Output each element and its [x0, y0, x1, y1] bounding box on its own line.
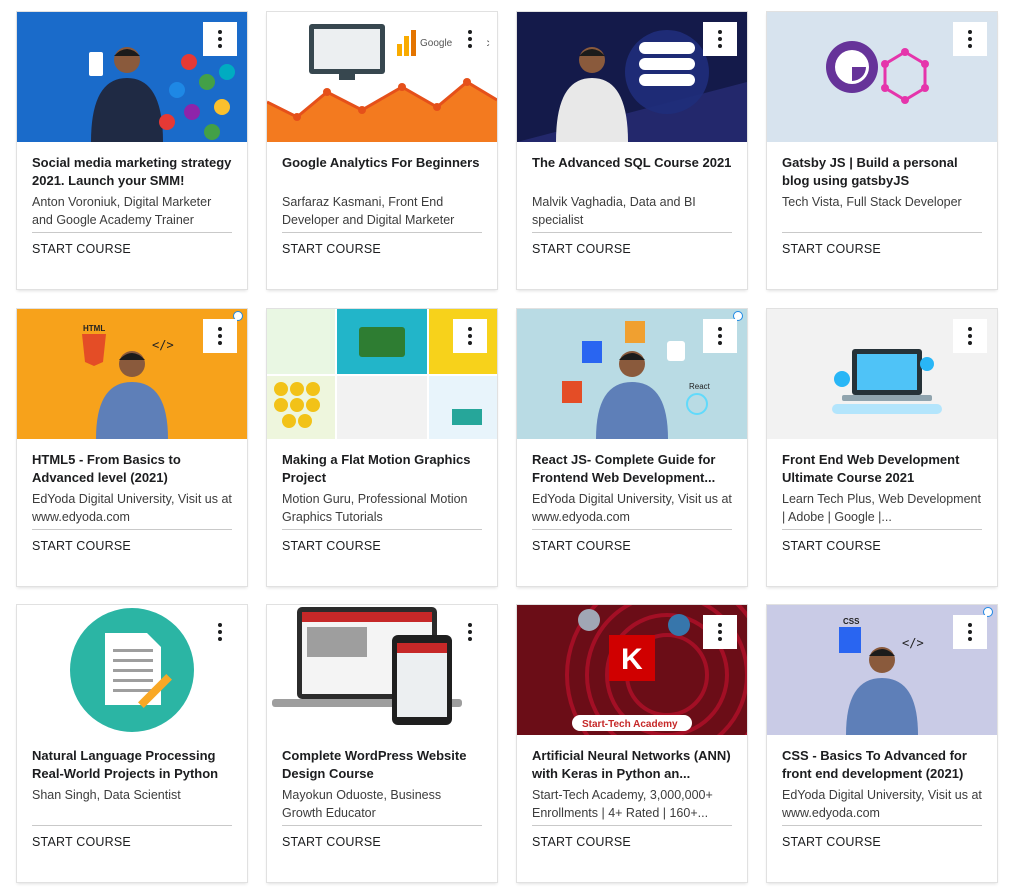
start-course-button[interactable]: START COURSE: [32, 530, 131, 564]
course-card[interactable]: CSS </> CSS - Basics To Advanced for fro…: [767, 605, 997, 882]
course-thumbnail[interactable]: Google Analytic: [267, 12, 497, 142]
course-title[interactable]: Artificial Neural Networks (ANN) with Ke…: [532, 747, 732, 783]
more-vertical-icon: [968, 623, 972, 641]
more-vertical-icon: [968, 30, 972, 48]
course-author: Motion Guru, Professional Motion Graphic…: [282, 492, 468, 524]
course-title[interactable]: Natural Language Processing Real-World P…: [32, 747, 232, 783]
course-grid: Social media marketing strategy 2021. La…: [0, 0, 1020, 892]
course-thumbnail[interactable]: K Start-Tech Academy: [517, 605, 747, 735]
more-vertical-icon: [718, 327, 722, 345]
course-options-button[interactable]: [703, 22, 737, 56]
course-title[interactable]: CSS - Basics To Advanced for front end d…: [782, 747, 982, 783]
course-options-button[interactable]: [453, 615, 487, 649]
course-options-button[interactable]: [703, 615, 737, 649]
more-vertical-icon: [468, 327, 472, 345]
course-title[interactable]: Complete WordPress Website Design Course: [282, 747, 482, 783]
course-options-button[interactable]: [453, 22, 487, 56]
start-course-button[interactable]: START COURSE: [282, 233, 381, 267]
course-title[interactable]: Front End Web Development Ultimate Cours…: [782, 451, 982, 487]
course-thumbnail[interactable]: CSS </>: [767, 605, 997, 735]
course-thumbnail[interactable]: [17, 605, 247, 735]
svg-text:CSS: CSS: [843, 617, 860, 626]
svg-text:HTML: HTML: [83, 324, 105, 333]
course-author: Malvik Vaghadia, Data and BI specialist: [532, 195, 696, 227]
course-card[interactable]: Gatsby JS | Build a personal blog using …: [767, 12, 997, 289]
course-thumbnail[interactable]: HTML </>: [17, 309, 247, 439]
course-author: Mayokun Oduoste, Business Growth Educato…: [282, 788, 442, 820]
more-vertical-icon: [218, 623, 222, 641]
course-card[interactable]: Complete WordPress Website Design Course…: [267, 605, 497, 882]
course-options-button[interactable]: [203, 22, 237, 56]
course-card[interactable]: K Start-Tech Academy Artificial Neural N…: [517, 605, 747, 882]
course-card[interactable]: React React JS- Complete Guide for Front…: [517, 309, 747, 586]
course-card[interactable]: HTML </> HTML5 - From Basics to Advanced…: [17, 309, 247, 586]
more-vertical-icon: [468, 623, 472, 641]
more-vertical-icon: [968, 327, 972, 345]
course-thumbnail[interactable]: [767, 12, 997, 142]
course-card[interactable]: Front End Web Development Ultimate Cours…: [767, 309, 997, 586]
start-course-button[interactable]: START COURSE: [532, 530, 631, 564]
course-author: Shan Singh, Data Scientist: [32, 788, 181, 802]
course-options-button[interactable]: [703, 319, 737, 353]
svg-text:K: K: [621, 643, 643, 676]
course-title[interactable]: HTML5 - From Basics to Advanced level (2…: [32, 451, 232, 487]
course-title[interactable]: Making a Flat Motion Graphics Project: [282, 451, 482, 487]
svg-text:Start-Tech Academy: Start-Tech Academy: [582, 719, 678, 730]
start-course-button[interactable]: START COURSE: [782, 233, 881, 267]
course-options-button[interactable]: [203, 615, 237, 649]
course-thumbnail[interactable]: [267, 605, 497, 735]
more-vertical-icon: [718, 30, 722, 48]
course-card[interactable]: Natural Language Processing Real-World P…: [17, 605, 247, 882]
more-vertical-icon: [468, 30, 472, 48]
course-card[interactable]: Social media marketing strategy 2021. La…: [17, 12, 247, 289]
more-vertical-icon: [718, 623, 722, 641]
course-author: Anton Voroniuk, Digital Marketer and Goo…: [32, 195, 212, 227]
course-author: Learn Tech Plus, Web Development | Adobe…: [782, 492, 981, 524]
course-options-button[interactable]: [453, 319, 487, 353]
course-card[interactable]: Google Analytic Google Analytics For Beg…: [267, 12, 497, 289]
course-title[interactable]: Social media marketing strategy 2021. La…: [32, 154, 232, 190]
course-author: Tech Vista, Full Stack Developer: [782, 195, 962, 209]
course-thumbnail[interactable]: [267, 309, 497, 439]
course-thumbnail[interactable]: [517, 12, 747, 142]
course-thumbnail[interactable]: React: [517, 309, 747, 439]
svg-text:React: React: [689, 382, 711, 391]
more-vertical-icon: [218, 30, 222, 48]
course-title[interactable]: React JS- Complete Guide for Frontend We…: [532, 451, 732, 487]
start-course-button[interactable]: START COURSE: [282, 826, 381, 860]
course-options-button[interactable]: [953, 319, 987, 353]
course-author: Start-Tech Academy, 3,000,000+ Enrollmen…: [532, 788, 713, 820]
course-title[interactable]: Google Analytics For Beginners: [282, 154, 482, 190]
more-vertical-icon: [218, 327, 222, 345]
course-author: EdYoda Digital University, Visit us at w…: [32, 492, 232, 524]
course-card[interactable]: The Advanced SQL Course 2021 Malvik Vagh…: [517, 12, 747, 289]
course-card[interactable]: Making a Flat Motion Graphics Project Mo…: [267, 309, 497, 586]
course-options-button[interactable]: [953, 22, 987, 56]
course-title[interactable]: Gatsby JS | Build a personal blog using …: [782, 154, 982, 190]
start-course-button[interactable]: START COURSE: [532, 826, 631, 860]
start-course-button[interactable]: START COURSE: [282, 530, 381, 564]
course-author: EdYoda Digital University, Visit us at w…: [532, 492, 732, 524]
start-course-button[interactable]: START COURSE: [32, 233, 131, 267]
course-thumbnail[interactable]: [17, 12, 247, 142]
course-author: EdYoda Digital University, Visit us at w…: [782, 788, 982, 820]
start-course-button[interactable]: START COURSE: [532, 233, 631, 267]
svg-text:</>: </>: [902, 636, 924, 650]
svg-text:</>: </>: [152, 338, 174, 352]
course-title[interactable]: The Advanced SQL Course 2021: [532, 154, 732, 190]
course-options-button[interactable]: [953, 615, 987, 649]
course-author: Sarfaraz Kasmani, Front End Developer an…: [282, 195, 455, 227]
course-options-button[interactable]: [203, 319, 237, 353]
start-course-button[interactable]: START COURSE: [782, 530, 881, 564]
course-thumbnail[interactable]: [767, 309, 997, 439]
start-course-button[interactable]: START COURSE: [32, 826, 131, 860]
start-course-button[interactable]: START COURSE: [782, 826, 881, 860]
